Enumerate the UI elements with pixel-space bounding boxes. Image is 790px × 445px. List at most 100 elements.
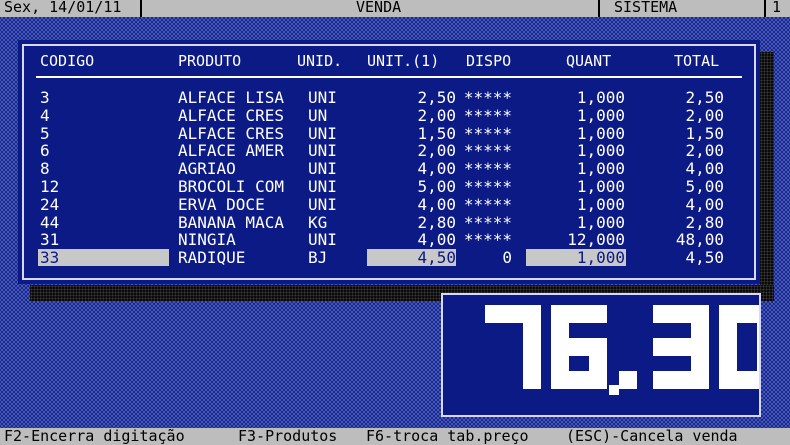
- cell-produto: RADIQUE: [178, 248, 246, 268]
- cell-quant: 1,000: [576, 194, 625, 214]
- column-header-unit: UNIT.(1): [367, 52, 440, 70]
- digit-segment: [523, 338, 541, 389]
- cell-produto: ERVA DOCE: [178, 194, 265, 214]
- cell-codigo: 3: [40, 88, 50, 107]
- f2-finish-entry[interactable]: F2-Encerra digitação: [4, 428, 185, 445]
- cell-total: 2,80: [685, 212, 724, 232]
- cell-quant: 1,000: [576, 105, 625, 125]
- system-menu[interactable]: SISTEMA: [614, 0, 677, 16]
- cell-unit: 1,50: [417, 123, 456, 143]
- cell-total: 2,00: [685, 105, 724, 125]
- divider: [598, 0, 600, 17]
- cell-quant: 1,000: [576, 212, 625, 232]
- cell-unid: UNI: [308, 230, 337, 250]
- date-label: Sex, 14/01/11: [4, 0, 122, 16]
- cell-unid: KG: [308, 212, 328, 232]
- esc-cancel-sale[interactable]: (ESC)-Cancela venda: [566, 428, 738, 445]
- grand-total-display: [441, 293, 761, 417]
- cell-total: 48,00: [675, 230, 724, 250]
- cell-codigo: 8: [40, 159, 50, 179]
- cell-dispo: *****: [463, 194, 512, 214]
- column-header-unid: UNID.: [297, 52, 343, 70]
- cell-quant: 1,000: [576, 88, 625, 107]
- cell-produto: ALFACE AMER: [178, 141, 284, 161]
- cell-codigo[interactable]: 33: [40, 249, 160, 267]
- cell-unid: UNI: [308, 141, 337, 161]
- cell-codigo: 4: [40, 105, 50, 125]
- header-divider: [36, 76, 742, 78]
- cell-unid: BJ: [308, 248, 328, 268]
- column-header-produto: PRODUTO: [178, 52, 242, 70]
- cell-codigo: 6: [40, 141, 50, 161]
- cell-unid: UNI: [308, 194, 337, 214]
- column-header-total: TOTAL: [674, 52, 720, 70]
- cell-codigo: 24: [40, 194, 60, 214]
- function-key-bar: F2-Encerra digitação F3-Produtos F6-troc…: [0, 428, 790, 445]
- f6-change-price-table[interactable]: F6-troca tab.preço: [366, 428, 529, 445]
- cell-codigo: 12: [40, 177, 60, 196]
- cell-dispo: *****: [463, 159, 512, 179]
- sale-items-panel: CODIGO PRODUTO UNID. UNIT.(1) DISPO QUAN…: [18, 40, 760, 284]
- cell-unid: UNI: [308, 159, 337, 179]
- cell-dispo: *****: [463, 141, 512, 161]
- cell-unit: 2,00: [417, 141, 456, 161]
- cell-dispo: *****: [463, 105, 512, 125]
- cell-unit: 5,00: [417, 177, 456, 196]
- cell-unid: UNI: [308, 123, 337, 143]
- cell-total: 5,00: [685, 177, 724, 196]
- cell-unid: UNI: [308, 88, 337, 107]
- cell-quant: 1,000: [576, 159, 625, 179]
- column-header-dispo: DISPO: [466, 52, 512, 70]
- cell-unit: 4,00: [417, 230, 456, 250]
- cell-total: 4,00: [685, 159, 724, 179]
- status-bar: Sex, 14/01/11 VENDA SISTEMA 1: [0, 0, 790, 17]
- cell-dispo: *****: [463, 123, 512, 143]
- divider: [764, 0, 766, 17]
- cell-quant: 1,000: [576, 141, 625, 161]
- f3-products[interactable]: F3-Produtos: [238, 428, 337, 445]
- grand-total-digits: [485, 305, 759, 395]
- cell-total: 2,50: [685, 88, 724, 107]
- cell-dispo: *****: [463, 230, 512, 250]
- divider: [140, 0, 142, 17]
- cell-codigo: 31: [40, 230, 60, 250]
- cell-produto: AGRIAO: [178, 159, 236, 179]
- cell-codigo: 5: [40, 123, 50, 143]
- cell-unit: 4,00: [417, 159, 456, 179]
- module-title: VENDA: [356, 0, 402, 16]
- cell-dispo: 0: [502, 248, 512, 268]
- cell-unit: 2,00: [417, 105, 456, 125]
- cell-quant: 1,000: [576, 123, 625, 143]
- cell-unit: 2,80: [417, 212, 456, 232]
- cell-produto: ALFACE LISA: [178, 88, 284, 107]
- cell-quant: 1,000: [576, 177, 625, 196]
- cell-dispo: *****: [463, 88, 512, 107]
- cell-dispo: *****: [463, 212, 512, 232]
- cell-produto: ALFACE CRES: [178, 105, 284, 125]
- cell-codigo: 44: [40, 212, 60, 232]
- cell-produto: ALFACE CRES: [178, 123, 284, 143]
- cell-unid: UNI: [308, 177, 337, 196]
- column-header-codigo: CODIGO: [40, 52, 95, 70]
- cell-quant[interactable]: 1,000: [526, 249, 625, 267]
- cell-produto: NINGIA: [178, 230, 236, 250]
- cell-total: 4,50: [685, 248, 724, 268]
- cell-unit[interactable]: 4,50: [367, 249, 456, 267]
- digit-segment: [589, 338, 607, 389]
- cell-total: 4,00: [685, 194, 724, 214]
- cell-produto: BANANA MACA: [178, 212, 284, 232]
- digit-segment: [719, 305, 737, 356]
- cell-unid: UN: [308, 105, 328, 125]
- terminal-number: 1: [772, 0, 782, 16]
- column-header-quant: QUANT: [566, 52, 612, 70]
- cell-unit: 4,00: [417, 194, 456, 214]
- decimal-mark: [619, 371, 637, 389]
- digit-segment: [653, 371, 709, 389]
- cell-total: 1,50: [685, 123, 724, 143]
- decimal-mark-tail: [609, 385, 619, 395]
- cell-quant: 12,000: [567, 230, 625, 250]
- cell-total: 2,00: [685, 141, 724, 161]
- cell-dispo: *****: [463, 177, 512, 196]
- cell-produto: BROCOLI COM: [178, 177, 284, 196]
- cell-unit: 2,50: [417, 88, 456, 107]
